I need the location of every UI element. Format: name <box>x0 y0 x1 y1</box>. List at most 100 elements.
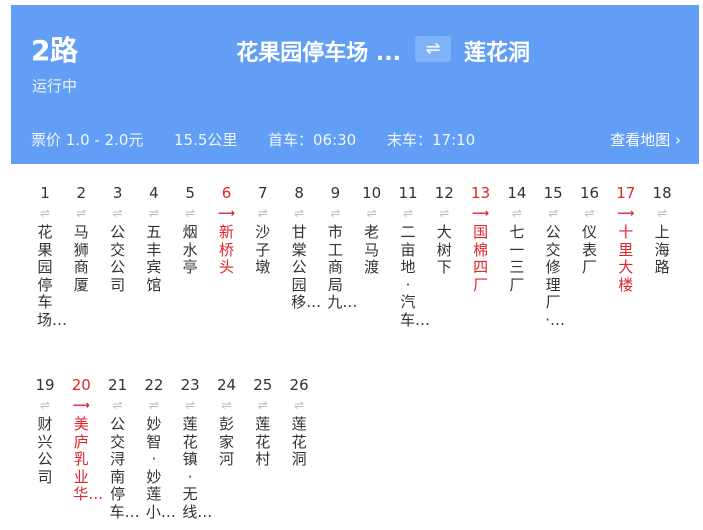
stop-item[interactable]: 3 ⇌ 公交公司 <box>100 183 136 294</box>
stop-item[interactable]: 11 ⇌ 二亩地·汽车… <box>390 183 431 329</box>
stop-name: 市工商局九… <box>327 223 358 311</box>
two-way-arrow-icon: ⇌ <box>584 206 595 220</box>
stop-name: 大树下 <box>436 223 452 276</box>
two-way-arrow-icon: ⇌ <box>148 398 159 412</box>
two-way-arrow-icon: ⇌ <box>148 206 159 220</box>
two-way-arrow-icon: ⇌ <box>294 206 305 220</box>
stop-item[interactable]: 8 ⇌ 甘棠公园移… <box>281 183 322 312</box>
two-way-arrow-icon: ⇌ <box>76 206 87 220</box>
stop-item[interactable]: 23 ⇌ 莲花镇·无线… <box>172 375 213 521</box>
stop-item[interactable]: 26 ⇌ 莲花洞 <box>281 375 317 469</box>
stop-number: 21 <box>108 376 128 394</box>
two-way-arrow-icon: ⇌ <box>366 206 377 220</box>
stop-number: 22 <box>144 376 164 394</box>
stop-name: 甘棠公园移… <box>291 223 322 311</box>
stop-name: 花果园停车场… <box>37 223 68 329</box>
stop-name: 五丰宾馆 <box>146 223 162 294</box>
two-way-arrow-icon: ⇌ <box>257 206 268 220</box>
stop-number: 2 <box>76 184 87 202</box>
two-way-arrow-icon: ⇌ <box>112 206 123 220</box>
stop-item[interactable]: 22 ⇌ 妙智·妙莲小… <box>136 375 176 521</box>
stop-item[interactable]: 5 ⇌ 烟水亭 <box>172 183 208 277</box>
stop-name: 财兴公司 <box>37 415 53 486</box>
stop-item[interactable]: 18 ⇌ 上海路 <box>644 183 680 277</box>
two-way-arrow-icon: ⇌ <box>257 398 268 412</box>
stop-item[interactable]: 13 ⟶ 国棉四厂 <box>463 183 499 294</box>
stop-number: 20 <box>71 376 91 394</box>
stop-number: 23 <box>180 376 200 394</box>
stop-number: 15 <box>543 184 563 202</box>
one-way-arrow-icon: ⟶ <box>617 206 635 220</box>
stop-number: 13 <box>471 184 491 202</box>
one-way-arrow-icon: ⟶ <box>471 206 490 220</box>
stop-item[interactable]: 25 ⇌ 莲花村 <box>245 375 281 469</box>
stop-item[interactable]: 4 ⇌ 五丰宾馆 <box>136 183 172 294</box>
stop-item[interactable]: 7 ⇌ 沙子墩 <box>245 183 281 277</box>
stop-number: 17 <box>616 184 636 202</box>
stop-name: 公交修理厂·… <box>545 223 565 329</box>
stop-number: 6 <box>221 184 232 202</box>
two-way-arrow-icon: ⇌ <box>548 206 559 220</box>
stop-item[interactable]: 14 ⇌ 七一三厂 <box>499 183 535 294</box>
stop-item[interactable]: 9 ⇌ 市工商局九… <box>317 183 358 312</box>
stop-name: 莲花村 <box>255 415 271 468</box>
stop-number: 9 <box>330 184 341 202</box>
stop-number: 8 <box>294 184 304 202</box>
stop-name: 妙智·妙莲小… <box>145 415 176 521</box>
stop-number: 4 <box>149 184 159 202</box>
stop-name: 二亩地·汽车… <box>400 223 431 329</box>
stop-name: 马狮商厦 <box>73 223 89 294</box>
two-way-arrow-icon: ⇌ <box>439 206 450 220</box>
stop-item[interactable]: 12 ⇌ 大树下 <box>426 183 462 277</box>
stop-item[interactable]: 24 ⇌ 彭家河 <box>209 375 245 469</box>
two-way-arrow-icon: ⇌ <box>112 398 123 412</box>
stop-number: 14 <box>507 184 527 202</box>
stop-name: 沙子墩 <box>255 223 271 276</box>
two-way-arrow-icon: ⇌ <box>402 206 414 220</box>
stop-item[interactable]: 19 ⇌ 财兴公司 <box>27 375 63 486</box>
stop-number: 18 <box>652 184 672 202</box>
two-way-arrow-icon: ⇌ <box>221 398 232 412</box>
two-way-arrow-icon: ⇌ <box>657 206 668 220</box>
stop-number: 25 <box>253 376 273 394</box>
stop-name: 十里大楼 <box>618 223 634 294</box>
stop-name: 仪表厂 <box>581 223 597 276</box>
stop-name: 新桥头 <box>218 223 234 276</box>
stop-number: 26 <box>289 376 309 394</box>
stop-number: 16 <box>579 184 600 202</box>
stop-number: 12 <box>434 184 454 202</box>
stop-number: 24 <box>216 376 237 394</box>
stop-number: 19 <box>35 376 55 394</box>
two-way-arrow-icon: ⇌ <box>39 398 51 412</box>
stop-name: 七一三厂 <box>509 223 525 294</box>
two-way-arrow-icon: ⇌ <box>185 398 196 412</box>
stop-number: 1 <box>40 184 50 202</box>
stop-name: 上海路 <box>654 223 670 276</box>
stop-number: 7 <box>258 184 268 202</box>
stop-name: 莲花洞 <box>291 415 307 468</box>
two-way-arrow-icon: ⇌ <box>330 206 341 220</box>
stop-name: 公交浔南停车… <box>109 415 140 521</box>
two-way-arrow-icon: ⇌ <box>294 398 305 412</box>
stop-name: 老马渡 <box>364 223 380 276</box>
stop-item[interactable]: 16 ⇌ 仪表厂 <box>572 183 608 277</box>
stop-item[interactable]: 2 ⇌ 马狮商厦 <box>63 183 99 294</box>
stop-number: 5 <box>185 184 195 202</box>
stop-name: 美庐乳业华… <box>73 415 104 503</box>
stop-item[interactable]: 21 ⇌ 公交浔南停车… <box>100 375 140 521</box>
stop-name: 公交公司 <box>110 223 126 294</box>
one-way-arrow-icon: ⟶ <box>217 206 236 220</box>
stop-item[interactable]: 17 ⟶ 十里大楼 <box>608 183 644 294</box>
two-way-arrow-icon: ⇌ <box>39 206 51 220</box>
two-way-arrow-icon: ⇌ <box>511 206 522 220</box>
stop-item[interactable]: 10 ⇌ 老马渡 <box>354 183 390 277</box>
stop-item[interactable]: 1 ⇌ 花果园停车场… <box>27 183 68 329</box>
stop-item[interactable]: 20 ⟶ 美庐乳业华… <box>63 375 104 504</box>
two-way-arrow-icon: ⇌ <box>185 206 196 220</box>
stop-item[interactable]: 15 ⇌ 公交修理厂·… <box>535 183 571 329</box>
stop-name: 烟水亭 <box>182 223 198 276</box>
stop-number: 10 <box>362 184 382 202</box>
stop-number: 11 <box>398 184 418 202</box>
stop-item[interactable]: 6 ⟶ 新桥头 <box>209 183 245 277</box>
stop-list: 1 ⇌ 花果园停车场… 2 ⇌ 马狮商厦 3 ⇌ 公交公司 4 ⇌ 五丰宾馆 5 ⇌ 烟水亭 6 ⟶ 新桥头 7 ⇌ 沙… <box>0 0 703 530</box>
